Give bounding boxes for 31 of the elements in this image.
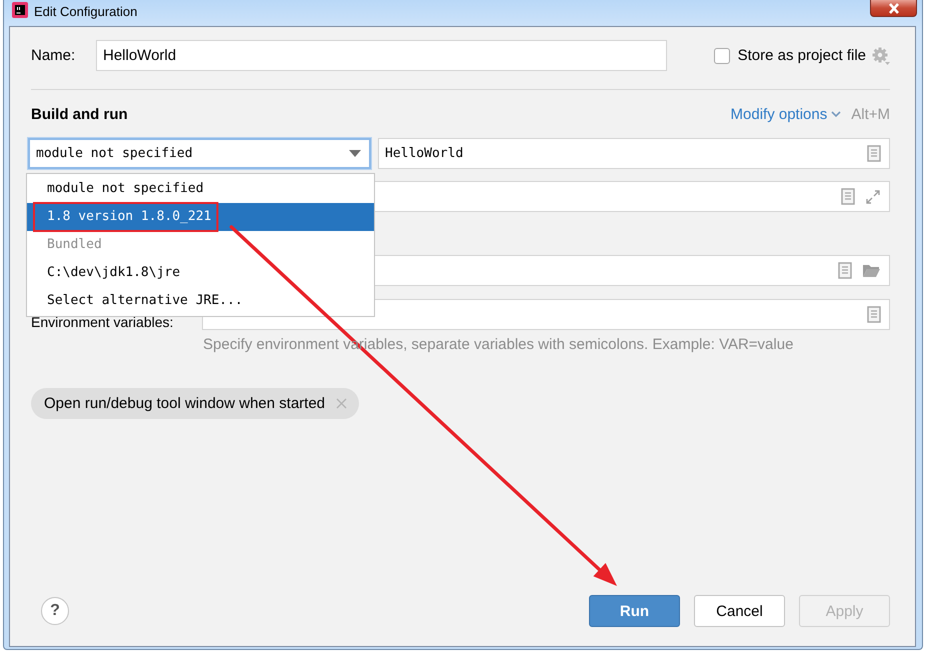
section-title: Build and run <box>31 106 128 122</box>
dialog-button[interactable]: Cancel <box>694 595 785 627</box>
dropdown-option[interactable]: Select alternative JRE... <box>27 287 374 315</box>
jre-dropdown[interactable]: module not specified <box>28 138 371 169</box>
document-icon[interactable] <box>841 188 855 205</box>
window-title: Edit Configuration <box>34 3 138 21</box>
main-class-field[interactable]: HelloWorld <box>378 138 890 169</box>
document-icon[interactable] <box>867 306 881 323</box>
document-icon[interactable] <box>838 262 852 279</box>
name-field[interactable]: HelloWorld <box>96 40 667 71</box>
dropdown-option[interactable]: module not specified <box>27 175 374 203</box>
name-label: Name: <box>31 47 76 64</box>
chevron-icon[interactable] <box>831 110 842 118</box>
document-icon[interactable] <box>867 145 881 162</box>
dropdown-option[interactable]: 1.8 version 1.8.0_221 <box>27 203 374 231</box>
checkbox-label: Store as project file <box>738 47 866 64</box>
dropdown-option[interactable]: C:\dev\jdk1.8\jre <box>27 259 374 287</box>
help-button[interactable]: ? <box>41 597 69 625</box>
gear-icon[interactable] <box>872 46 890 64</box>
modify-options-link[interactable]: Modify options <box>730 106 842 122</box>
group-header: Bundled <box>46 236 103 254</box>
field-label: Environment variables: <box>31 315 174 330</box>
app-icon <box>12 2 28 18</box>
expand-icon[interactable] <box>865 188 881 204</box>
close-button[interactable] <box>870 0 917 17</box>
dialog-button[interactable]: Run <box>589 595 680 627</box>
shortcut-hint: Alt+M <box>851 106 890 122</box>
folder-icon[interactable] <box>862 263 881 278</box>
checkbox[interactable] <box>714 48 730 64</box>
option-chip[interactable]: Open run/debug tool window when started <box>31 388 360 419</box>
caret-icon[interactable] <box>349 150 361 157</box>
